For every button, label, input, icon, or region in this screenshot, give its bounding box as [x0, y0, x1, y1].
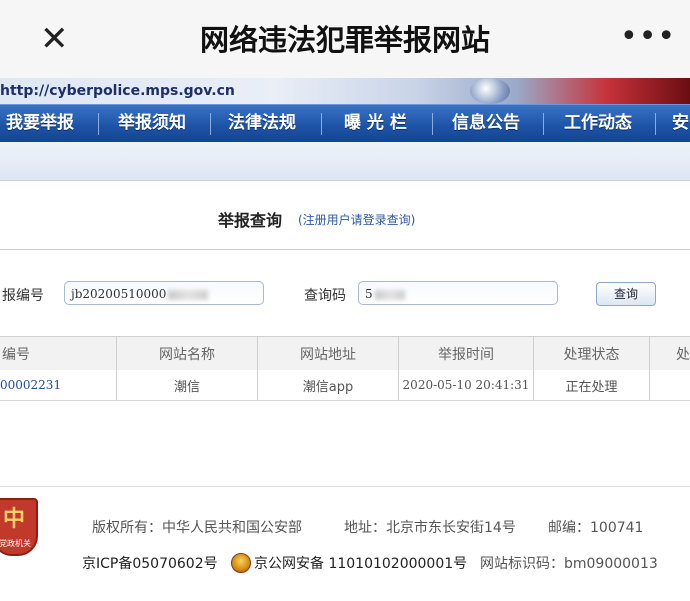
- query-heading: 举报查询: [218, 211, 283, 230]
- footer-police-record-link[interactable]: 京公网安备 11010102000001号: [254, 553, 467, 573]
- col-header-truncated: 处: [676, 347, 690, 363]
- login-note-link[interactable]: (注册用户请登录查询): [298, 211, 415, 228]
- nav-divider: [98, 113, 99, 135]
- cell-truncated: [650, 370, 690, 400]
- nav-item-report[interactable]: 我要举报: [6, 105, 74, 143]
- nav-item-news[interactable]: 工作动态: [564, 105, 632, 143]
- nav-item-more[interactable]: 安: [672, 105, 689, 143]
- col-header-status: 处理状态: [563, 347, 620, 363]
- cell-site-url: 潮信app: [302, 379, 354, 395]
- footer-copyright: 版权所有：中华人民共和国公安部: [92, 520, 302, 536]
- footer-address: 地址：北京市东长安街14号: [344, 520, 516, 536]
- divider: [0, 249, 690, 250]
- site-banner: http://cyberpolice.mps.gov.cn: [0, 78, 690, 104]
- sub-nav-bar: [0, 142, 690, 181]
- col-header-report-time: 举报时间: [438, 347, 494, 363]
- redacted-mask: [374, 289, 405, 300]
- nav-item-guide[interactable]: 举报须知: [118, 105, 186, 143]
- party-government-emblem-icon[interactable]: 中 党政机关: [0, 498, 38, 556]
- report-id-link[interactable]: 00002231: [0, 378, 61, 392]
- report-number-input[interactable]: jb20200510000: [64, 281, 264, 305]
- nav-item-laws[interactable]: 法律法规: [228, 105, 296, 143]
- more-options-icon[interactable]: •••: [620, 22, 675, 56]
- nav-divider: [321, 113, 322, 135]
- report-number-label: 报编号: [2, 288, 44, 304]
- report-number-value: jb20200510000: [71, 287, 167, 301]
- cell-status: 正在处理: [565, 379, 618, 395]
- cell-site-name: 潮信: [173, 379, 200, 395]
- police-badge-icon: [231, 553, 251, 573]
- query-button[interactable]: 查询: [596, 282, 656, 306]
- query-code-input[interactable]: 5: [358, 281, 558, 305]
- query-code-value: 5: [365, 287, 373, 301]
- query-code-label: 查询码: [304, 288, 346, 304]
- close-icon[interactable]: ✕: [40, 22, 69, 56]
- emblem-glyph: 中: [2, 507, 25, 532]
- table-header: 编号 网站名称 网站地址 举报时间 处理状态 处: [0, 336, 690, 372]
- nav-item-notices[interactable]: 信息公告: [452, 105, 520, 143]
- table-row: 00002231 潮信 潮信app 2020-05-10 20:41:31 正在…: [0, 370, 690, 401]
- site-url: http://cyberpolice.mps.gov.cn: [0, 83, 235, 99]
- nav-divider: [210, 113, 211, 135]
- redacted-mask: [168, 289, 209, 300]
- nav-divider: [655, 113, 656, 135]
- nav-divider: [432, 113, 433, 135]
- nav-item-exposure[interactable]: 曝 光 栏: [344, 105, 407, 143]
- col-header-id: 编号: [2, 347, 30, 363]
- query-panel: 举报查询 (注册用户请登录查询): [0, 181, 690, 481]
- main-nav: 我要举报 举报须知 法律法规 曝 光 栏 信息公告 工作动态 安: [0, 104, 690, 143]
- page-title: 网络违法犯罪举报网站: [199, 23, 490, 57]
- col-header-site-name: 网站名称: [159, 347, 215, 363]
- title-bar: ✕ 网络违法犯罪举报网站 •••: [0, 0, 690, 78]
- footer-divider: [0, 486, 690, 487]
- footer-postcode: 邮编：100741: [548, 520, 644, 536]
- footer-icp-link[interactable]: 京ICP备05070602号: [82, 553, 218, 573]
- footer-site-id: 网站标识码：bm09000013: [480, 556, 658, 572]
- nav-divider: [543, 113, 544, 135]
- cell-report-time: 2020-05-10 20:41:31: [402, 378, 530, 392]
- col-header-site-url: 网站地址: [300, 347, 356, 363]
- globe-icon: [470, 78, 510, 104]
- cell-id[interactable]: 00002231: [0, 370, 116, 400]
- emblem-caption: 党政机关: [0, 539, 31, 548]
